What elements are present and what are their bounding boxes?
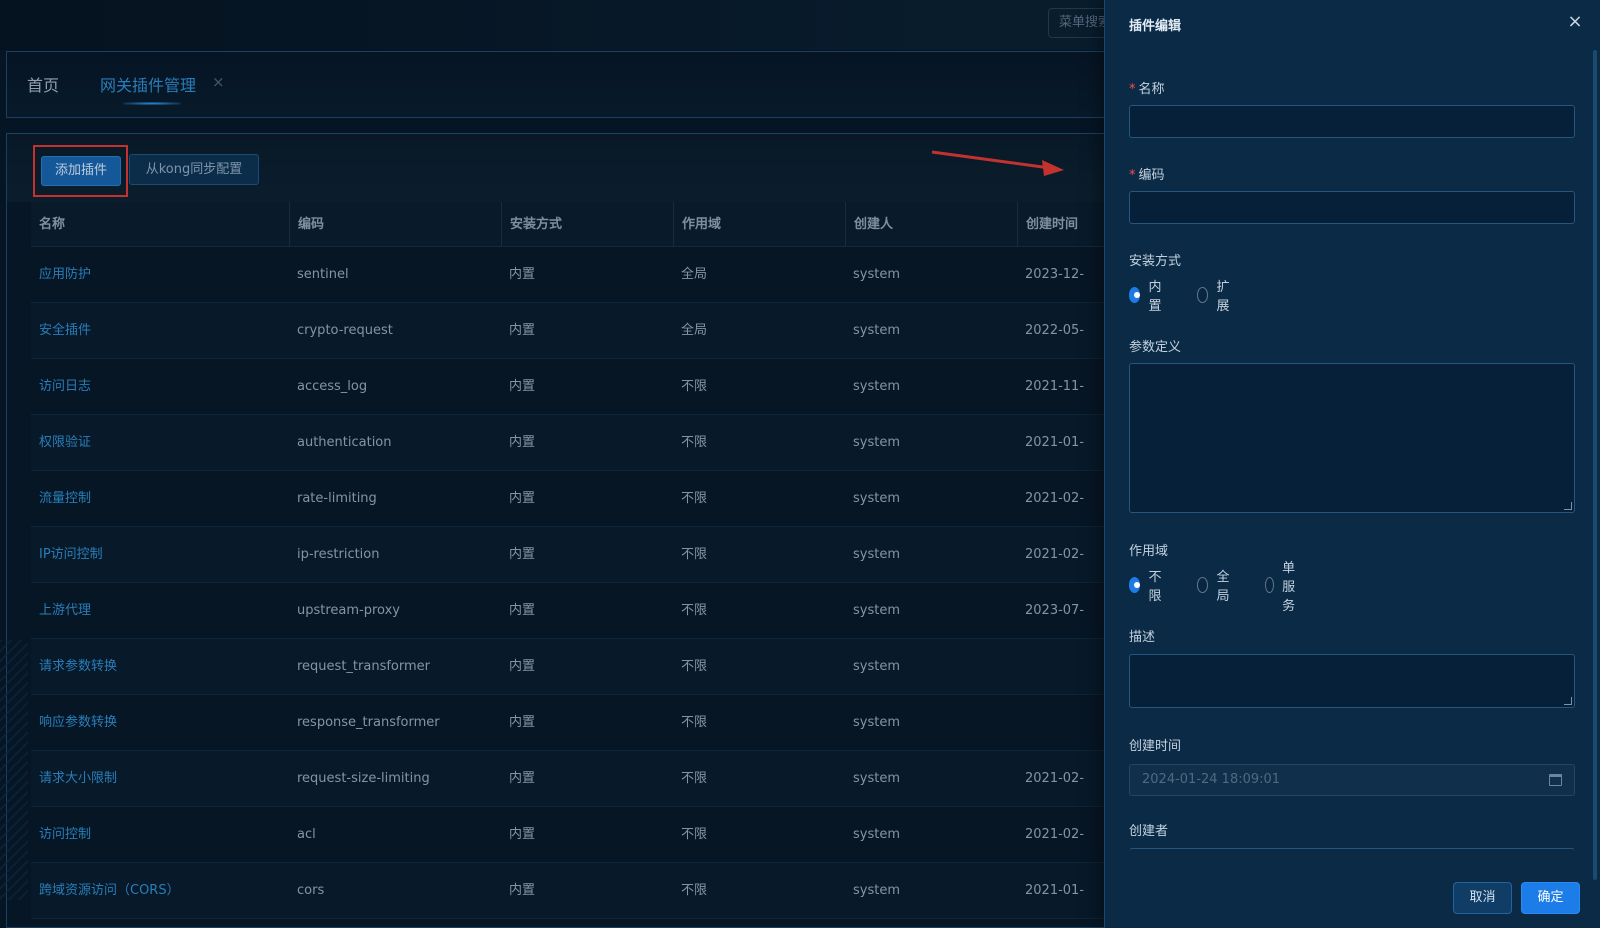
name-input[interactable] [1129,105,1575,138]
calendar-icon [1549,774,1562,786]
close-icon[interactable]: × [1564,11,1586,33]
created-time-input: 2024-01-24 18:09:01 [1129,764,1575,796]
modal-overlay[interactable] [0,0,1104,928]
radio-checked-icon [1129,577,1141,593]
required-mark: * [1129,82,1136,97]
drawer-title: 插件编辑 [1129,19,1182,34]
resize-grip-icon[interactable] [1564,697,1572,705]
required-mark: * [1129,168,1136,183]
name-label: * 名称 [1129,82,1165,97]
radio-unchecked-icon [1197,577,1209,593]
code-input[interactable] [1129,191,1575,224]
desc-label: 描述 [1129,630,1156,645]
created-time-label: 创建时间 [1129,739,1182,754]
scope-radio-unlimited[interactable]: 不限 [1129,570,1166,604]
radio-unchecked-icon [1265,577,1275,593]
creator-label: 创建者 [1129,824,1169,839]
drawer-scrollbar[interactable] [1593,50,1597,880]
creator-input[interactable] [1129,848,1575,852]
scope-radio-single-service[interactable]: 单服务 [1265,561,1302,614]
confirm-button[interactable]: 确定 [1521,882,1580,914]
install-radio-extension[interactable]: 扩展 [1197,280,1234,314]
scope-label: 作用域 [1129,544,1169,559]
params-label: 参数定义 [1129,340,1182,355]
resize-grip-icon[interactable] [1564,502,1572,510]
radio-checked-icon [1129,287,1141,303]
install-radio-builtin[interactable]: 内置 [1129,280,1166,314]
code-label: * 编码 [1129,168,1165,183]
created-time-value: 2024-01-24 18:09:01 [1142,772,1281,787]
radio-unchecked-icon [1197,287,1209,303]
scope-radio-global[interactable]: 全局 [1197,570,1234,604]
desc-textarea[interactable] [1129,654,1575,708]
cancel-button[interactable]: 取消 [1453,882,1512,914]
install-label: 安装方式 [1129,254,1182,269]
plugin-edit-drawer: 插件编辑 × * 名称 * 编码 安装方式 内置 扩展 参数定义 作用域 不限 全局… [1104,0,1600,928]
params-textarea[interactable] [1129,363,1575,513]
